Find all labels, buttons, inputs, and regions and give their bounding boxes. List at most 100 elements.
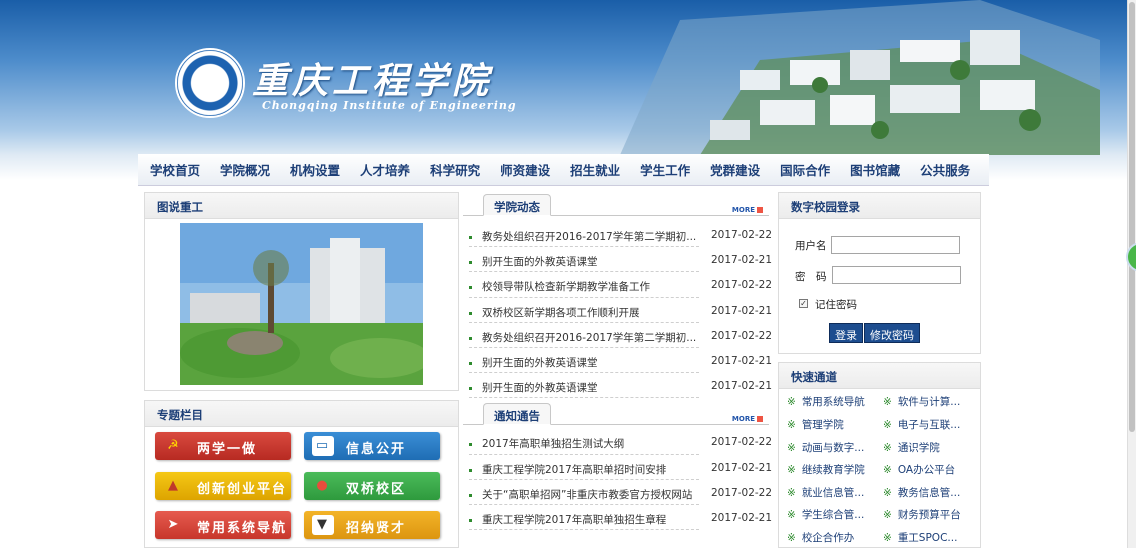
nav-item-services[interactable]: 公共服务 xyxy=(920,160,970,179)
quick-link[interactable]: ※ 管理学院 xyxy=(787,417,844,432)
remember-checkbox[interactable]: ✓ xyxy=(799,299,808,308)
x-mark-icon: ※ xyxy=(883,532,892,544)
tab-news[interactable]: 学院动态 xyxy=(483,194,551,216)
bullet-icon xyxy=(469,261,472,265)
notice-date: 2017-02-21 xyxy=(711,461,773,474)
list-item[interactable]: 关于“高职单招网”非重庆市教委官方授权网站 2017-02-22 xyxy=(469,480,772,505)
list-item[interactable]: 双桥校区新学期各项工作顺利开展 2017-02-21 xyxy=(469,298,772,323)
topic-button-shuangqiao[interactable]: ● 双桥校区 xyxy=(304,472,440,500)
quick-link[interactable]: ※ 教务信息管... xyxy=(883,485,960,500)
login-panel: 数字校园登录 用户名 密 码 ✓ 记住密码 登录 修改密码 xyxy=(778,192,981,354)
notice-title[interactable]: 2017年高职单独招生测试大纲 xyxy=(482,436,624,451)
news-date: 2017-02-21 xyxy=(711,354,773,367)
nav-item-research[interactable]: 科学研究 xyxy=(430,160,480,179)
quick-link[interactable]: ※ 就业信息管... xyxy=(787,485,864,500)
bullet-icon xyxy=(469,336,472,340)
nav-item-organization[interactable]: 机构设置 xyxy=(290,160,340,179)
quick-link[interactable]: ※ OA办公平台 xyxy=(883,462,955,477)
party-emblem-icon: ☭ xyxy=(167,438,181,453)
nav-item-talent[interactable]: 人才培养 xyxy=(360,160,410,179)
nav-item-admission[interactable]: 招生就业 xyxy=(570,160,620,179)
notice-title[interactable]: 重庆工程学院2017年高职单独招生章程 xyxy=(482,512,666,527)
nav-item-international[interactable]: 国际合作 xyxy=(780,160,830,179)
notice-tab-row: 通知通告 MORE xyxy=(463,401,769,426)
quick-link[interactable]: ※ 继续教育学院 xyxy=(787,462,865,477)
x-mark-icon: ※ xyxy=(883,487,892,499)
school-logo[interactable]: CC xyxy=(175,48,245,118)
login-panel-title: 数字校园登录 xyxy=(779,193,980,219)
bullet-icon xyxy=(469,286,472,290)
list-item[interactable]: 教务处组织召开2016-2017学年第二学期初... 2017-02-22 xyxy=(469,222,772,248)
quick-link[interactable]: ※ 常用系统导航 xyxy=(787,394,865,409)
page-scrollbar[interactable] xyxy=(1127,0,1136,548)
change-password-button[interactable]: 修改密码 xyxy=(864,323,920,343)
topic-button-liangxue[interactable]: ☭ 两学一做 xyxy=(155,432,291,460)
tab-notices[interactable]: 通知通告 xyxy=(483,403,551,426)
news-title[interactable]: 别开生面的外教英语课堂 xyxy=(482,254,598,269)
topic-label: 常用系统导航 xyxy=(197,521,288,536)
quick-link[interactable]: ※ 软件与计算... xyxy=(883,394,960,409)
x-mark-icon: ※ xyxy=(787,464,796,476)
news-tab-row: 学院动态 MORE xyxy=(463,192,769,216)
login-button[interactable]: 登录 xyxy=(829,323,863,343)
topics-panel-title: 专题栏目 xyxy=(145,401,458,427)
list-item[interactable]: 别开生面的外教英语课堂 2017-02-21 xyxy=(469,348,772,374)
bullet-icon xyxy=(469,468,472,472)
topic-label: 创新创业平台 xyxy=(197,482,288,497)
nav-item-party[interactable]: 党群建设 xyxy=(710,160,760,179)
arrow-icon xyxy=(757,416,763,423)
nav-item-faculty[interactable]: 师资建设 xyxy=(500,160,550,179)
nav-item-library[interactable]: 图书馆藏 xyxy=(850,160,900,179)
monitor-icon: ▭ xyxy=(312,436,334,456)
news-title[interactable]: 别开生面的外教英语课堂 xyxy=(482,380,598,395)
list-item[interactable]: 2017年高职单独招生测试大纲 2017-02-22 xyxy=(469,429,772,455)
topic-label: 双桥校区 xyxy=(346,482,407,497)
list-item[interactable]: 重庆工程学院2017年高职单独招生章程 2017-02-21 xyxy=(469,505,772,531)
username-field[interactable] xyxy=(831,236,960,254)
list-item[interactable]: 重庆工程学院2017年高职单招时间安排 2017-02-21 xyxy=(469,455,772,480)
news-title[interactable]: 别开生面的外教英语课堂 xyxy=(482,355,598,370)
news-title[interactable]: 校领导带队检查新学期教学准备工作 xyxy=(482,279,650,294)
scrollbar-thumb[interactable] xyxy=(1129,2,1135,432)
quick-link[interactable]: ※ 财务预算平台 xyxy=(883,507,961,522)
quick-link[interactable]: ※ 学生综合管... xyxy=(787,507,864,522)
news-date: 2017-02-22 xyxy=(711,279,773,292)
notice-title[interactable]: 关于“高职单招网”非重庆市教委官方授权网站 xyxy=(482,487,692,502)
topic-button-system-nav[interactable]: ➤ 常用系统导航 xyxy=(155,511,291,539)
x-mark-icon: ※ xyxy=(787,442,796,454)
quick-link[interactable]: ※ 电子与互联... xyxy=(883,417,960,432)
topic-button-innovation[interactable]: ▲ 创新创业平台 xyxy=(155,472,291,500)
quick-link[interactable]: ※ 通识学院 xyxy=(883,440,940,455)
quick-link[interactable]: ※ 重工SPOC... xyxy=(883,530,957,545)
campus-photo[interactable] xyxy=(180,223,423,385)
x-mark-icon: ※ xyxy=(883,419,892,431)
news-title[interactable]: 教务处组织召开2016-2017学年第二学期初... xyxy=(482,330,696,345)
list-item[interactable]: 别开生面的外教英语课堂 2017-02-21 xyxy=(469,373,772,399)
nav-item-home[interactable]: 学校首页 xyxy=(150,160,200,179)
topic-button-info-public[interactable]: ▭ 信息公开 xyxy=(304,432,440,460)
nav-item-overview[interactable]: 学院概况 xyxy=(220,160,270,179)
topic-button-recruit[interactable]: ▼ 招纳贤才 xyxy=(304,511,440,539)
photo-panel: 图说重工 xyxy=(144,192,459,391)
list-item[interactable]: 校领导带队检查新学期教学准备工作 2017-02-22 xyxy=(469,272,772,298)
quick-link[interactable]: ※ 校企合作办 xyxy=(787,530,854,545)
list-item[interactable]: 教务处组织召开2016-2017学年第二学期初... 2017-02-22 xyxy=(469,323,772,348)
password-field[interactable] xyxy=(832,266,961,284)
notice-date: 2017-02-22 xyxy=(711,436,773,449)
notice-title[interactable]: 重庆工程学院2017年高职单招时间安排 xyxy=(482,462,666,477)
username-label: 用户名 xyxy=(795,240,827,252)
list-item[interactable]: 别开生面的外教英语课堂 2017-02-21 xyxy=(469,247,772,273)
nav-item-students[interactable]: 学生工作 xyxy=(640,160,690,179)
necktie-icon: ▼ xyxy=(312,515,334,535)
news-column: 学院动态 MORE 教务处组织召开2016-2017学年第二学期初... 2017… xyxy=(463,192,772,548)
password-label: 密 码 xyxy=(795,271,827,283)
notice-date: 2017-02-22 xyxy=(711,486,773,499)
quick-link[interactable]: ※ 动画与数字... xyxy=(787,440,864,455)
notices-more-link[interactable]: MORE xyxy=(732,415,763,423)
news-more-link[interactable]: MORE xyxy=(732,206,763,214)
news-title[interactable]: 教务处组织召开2016-2017学年第二学期初... xyxy=(482,229,696,244)
location-pin-icon: ● xyxy=(316,478,330,493)
news-title[interactable]: 双桥校区新学期各项工作顺利开展 xyxy=(482,305,640,320)
x-mark-icon: ※ xyxy=(787,487,796,499)
bullet-icon xyxy=(469,443,472,447)
